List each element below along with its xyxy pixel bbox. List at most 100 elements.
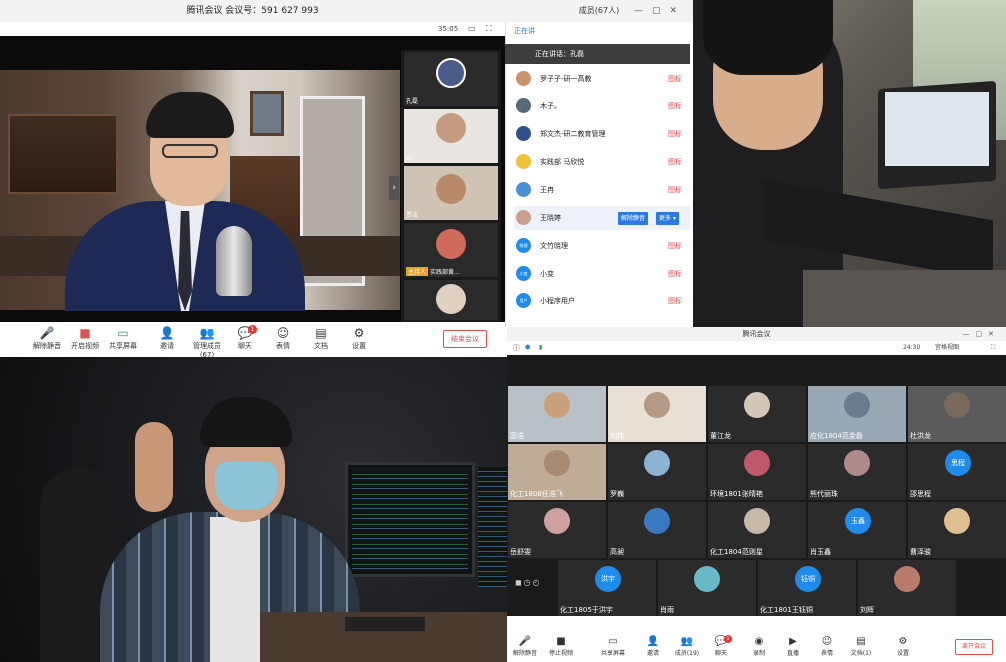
participant-tile[interactable]: 玉鑫 肖玉鑫 [808, 502, 906, 558]
participant-tile[interactable]: 曹泽骏 [908, 502, 1006, 558]
participant-name: 肖雨 [660, 606, 674, 614]
list-item[interactable]: 郑文杰-研二教育管理 图标 [514, 122, 690, 146]
participant-tile[interactable]: 环境1801张晴艳 [708, 444, 806, 500]
participant-tile[interactable]: 化工1808任浩飞 [508, 444, 606, 500]
tile-speaker-1[interactable]: 孔磊 [404, 52, 498, 106]
live-button[interactable]: ▶ 直播 [779, 635, 807, 657]
avatar [894, 566, 920, 592]
participant-tile[interactable]: 熊代丽珠 [808, 444, 906, 500]
invite-button[interactable]: 👤 邀请 [152, 325, 182, 351]
chat-button[interactable]: 💬 聊天 1 [230, 325, 260, 351]
invite-button[interactable]: 👤 邀请 [639, 635, 667, 657]
end-meeting-button[interactable]: 结束会议 [443, 330, 487, 348]
participant-tile[interactable]: 高昶 [608, 502, 706, 558]
reactions-button[interactable]: ☺ 表情 [268, 325, 298, 351]
meeting-timer: 24:30 [903, 344, 921, 351]
list-item[interactable]: 小变 小变 图标 [514, 262, 690, 286]
participant-tile[interactable]: 罗巍 [608, 444, 706, 500]
avatar [844, 392, 870, 418]
participant-tile[interactable]: 应化1804范金磊 [808, 386, 906, 442]
leave-meeting-button[interactable]: 离开会议 [955, 639, 993, 655]
settings-button[interactable]: ⚙ 设置 [344, 325, 374, 351]
avatar [744, 508, 770, 534]
emoji-icon: ☺ [821, 636, 833, 647]
label: 表情 [820, 650, 833, 657]
photo-student-laptop [693, 0, 1006, 327]
more-button[interactable]: 更多 ▾ [656, 212, 679, 225]
avatar: 玉鑫 [845, 508, 871, 534]
participant-tile[interactable]: 刘辉 [858, 560, 956, 616]
share-button[interactable]: ▭ 共享屏幕 [108, 325, 138, 351]
label: 邀请 [646, 650, 659, 657]
label: 设置 [896, 650, 909, 657]
list-item[interactable]: 晓理 文竹晓理 图标 [514, 234, 690, 258]
tile-speaker-4[interactable]: 主持人 实践部黄... [404, 223, 498, 277]
second-monitor [478, 467, 507, 587]
fullscreen-icon[interactable]: ⛶ [486, 22, 492, 36]
avatar [436, 113, 466, 143]
info-icon[interactable]: ⓘ [513, 341, 520, 355]
participant-name: 应化1804范金磊 [810, 432, 863, 440]
tile-speaker-3[interactable]: 贾洁 [404, 166, 498, 220]
chat-button[interactable]: 💬 聊天 1 [707, 635, 735, 657]
chat-badge: 1 [724, 635, 732, 643]
list-item[interactable]: 王冉 图标 [514, 178, 690, 202]
face-mask [215, 462, 277, 510]
window-controls[interactable]: —▢✕ [634, 0, 686, 22]
unmute-member-button[interactable]: 解除静音 [618, 212, 649, 225]
participant-tile[interactable]: 洪宇 化工1805于洪宇 [558, 560, 656, 616]
participant-tile[interactable]: 董江龙 [708, 386, 806, 442]
participant-tile[interactable]: 肖雨 [658, 560, 756, 616]
label: 文档(1) [850, 650, 872, 657]
host-tag: 主持人 [406, 267, 429, 276]
camera-off-icon: ■ [79, 326, 91, 340]
student-hair [703, 0, 833, 75]
tile-speaker-5[interactable] [404, 280, 498, 320]
participant-name: 罗巍 [610, 490, 624, 498]
photo-man-mask [0, 357, 507, 662]
participant-tile[interactable]: 钰铜 化工1801王钰铜 [758, 560, 856, 616]
list-item[interactable]: 实践部 马欣悦 图标 [514, 150, 690, 174]
status-bar: 35:05 ▭ ⛶ [0, 22, 505, 36]
fullscreen-icon[interactable]: ⛶ [991, 341, 995, 355]
members-button[interactable]: 👥 成员(19) [673, 635, 701, 657]
reactions-button[interactable]: ☺ 表情 [813, 635, 841, 657]
tile-speaker-2[interactable]: Di [404, 109, 498, 163]
layout-icon[interactable]: ▭ [468, 22, 476, 36]
list-item[interactable]: 木子。 图标 [514, 94, 690, 118]
docs-button[interactable]: ▤ 文档 [306, 325, 336, 351]
docs-button[interactable]: ▤ 文档(1) [847, 635, 875, 657]
participant-tile[interactable]: 国浩 [508, 386, 606, 442]
label: 解除静音 [512, 650, 537, 657]
participant-tile[interactable]: 化工1804范则星 [708, 502, 806, 558]
avatar [436, 174, 466, 204]
participant-tile[interactable]: 刘伟 [608, 386, 706, 442]
mute-button[interactable]: 🎤 解除静音 [32, 325, 62, 351]
record-button[interactable]: ◉ 录制 [745, 635, 773, 657]
window-controls[interactable]: —▢✕ [963, 327, 1000, 341]
list-item[interactable]: 罗子子-研一高教 图标 [514, 67, 690, 91]
avatar [644, 392, 670, 418]
chat-badge: 1 [248, 325, 257, 334]
participant-name: 化工1804范则星 [710, 548, 763, 556]
shield-icon[interactable]: ⬢ [525, 341, 530, 355]
avatar [544, 392, 570, 418]
members-button[interactable]: 👥 管理成员(67) [187, 325, 227, 359]
share-button[interactable]: ▭ 共享屏幕 [599, 635, 627, 657]
mute-button[interactable]: 🎤 解除静音 [511, 635, 539, 657]
participant-tile[interactable]: 岳舒雯 [508, 502, 606, 558]
participant-tile[interactable]: 思程 邵思程 [908, 444, 1006, 500]
collapse-arrow-icon[interactable]: › [389, 176, 399, 200]
grid-controls[interactable]: ◼◷◴ [515, 578, 555, 592]
participant-tile[interactable]: 杜洪龙 [908, 386, 1006, 442]
view-mode-select[interactable]: 宫格视图 [935, 341, 959, 355]
avatar [436, 284, 466, 314]
avatar [694, 566, 720, 592]
list-item[interactable]: 用户 小程序用户 图标 [514, 289, 690, 313]
video-button[interactable]: ■ 开启视频 [70, 325, 100, 351]
laptop-screen [885, 92, 989, 166]
list-item[interactable]: 王晓婷 解除静音 更多 ▾ [514, 206, 690, 230]
toolbar: 🎤 解除静音 ■ 开启视频 ▭ 共享屏幕 👤 邀请 👥 管理成员(67) 💬 聊天 1 ☺ 表… [0, 322, 505, 359]
settings-button[interactable]: ⚙ 设置 [889, 635, 917, 657]
video-button[interactable]: ■ 停止视频 [547, 635, 575, 657]
